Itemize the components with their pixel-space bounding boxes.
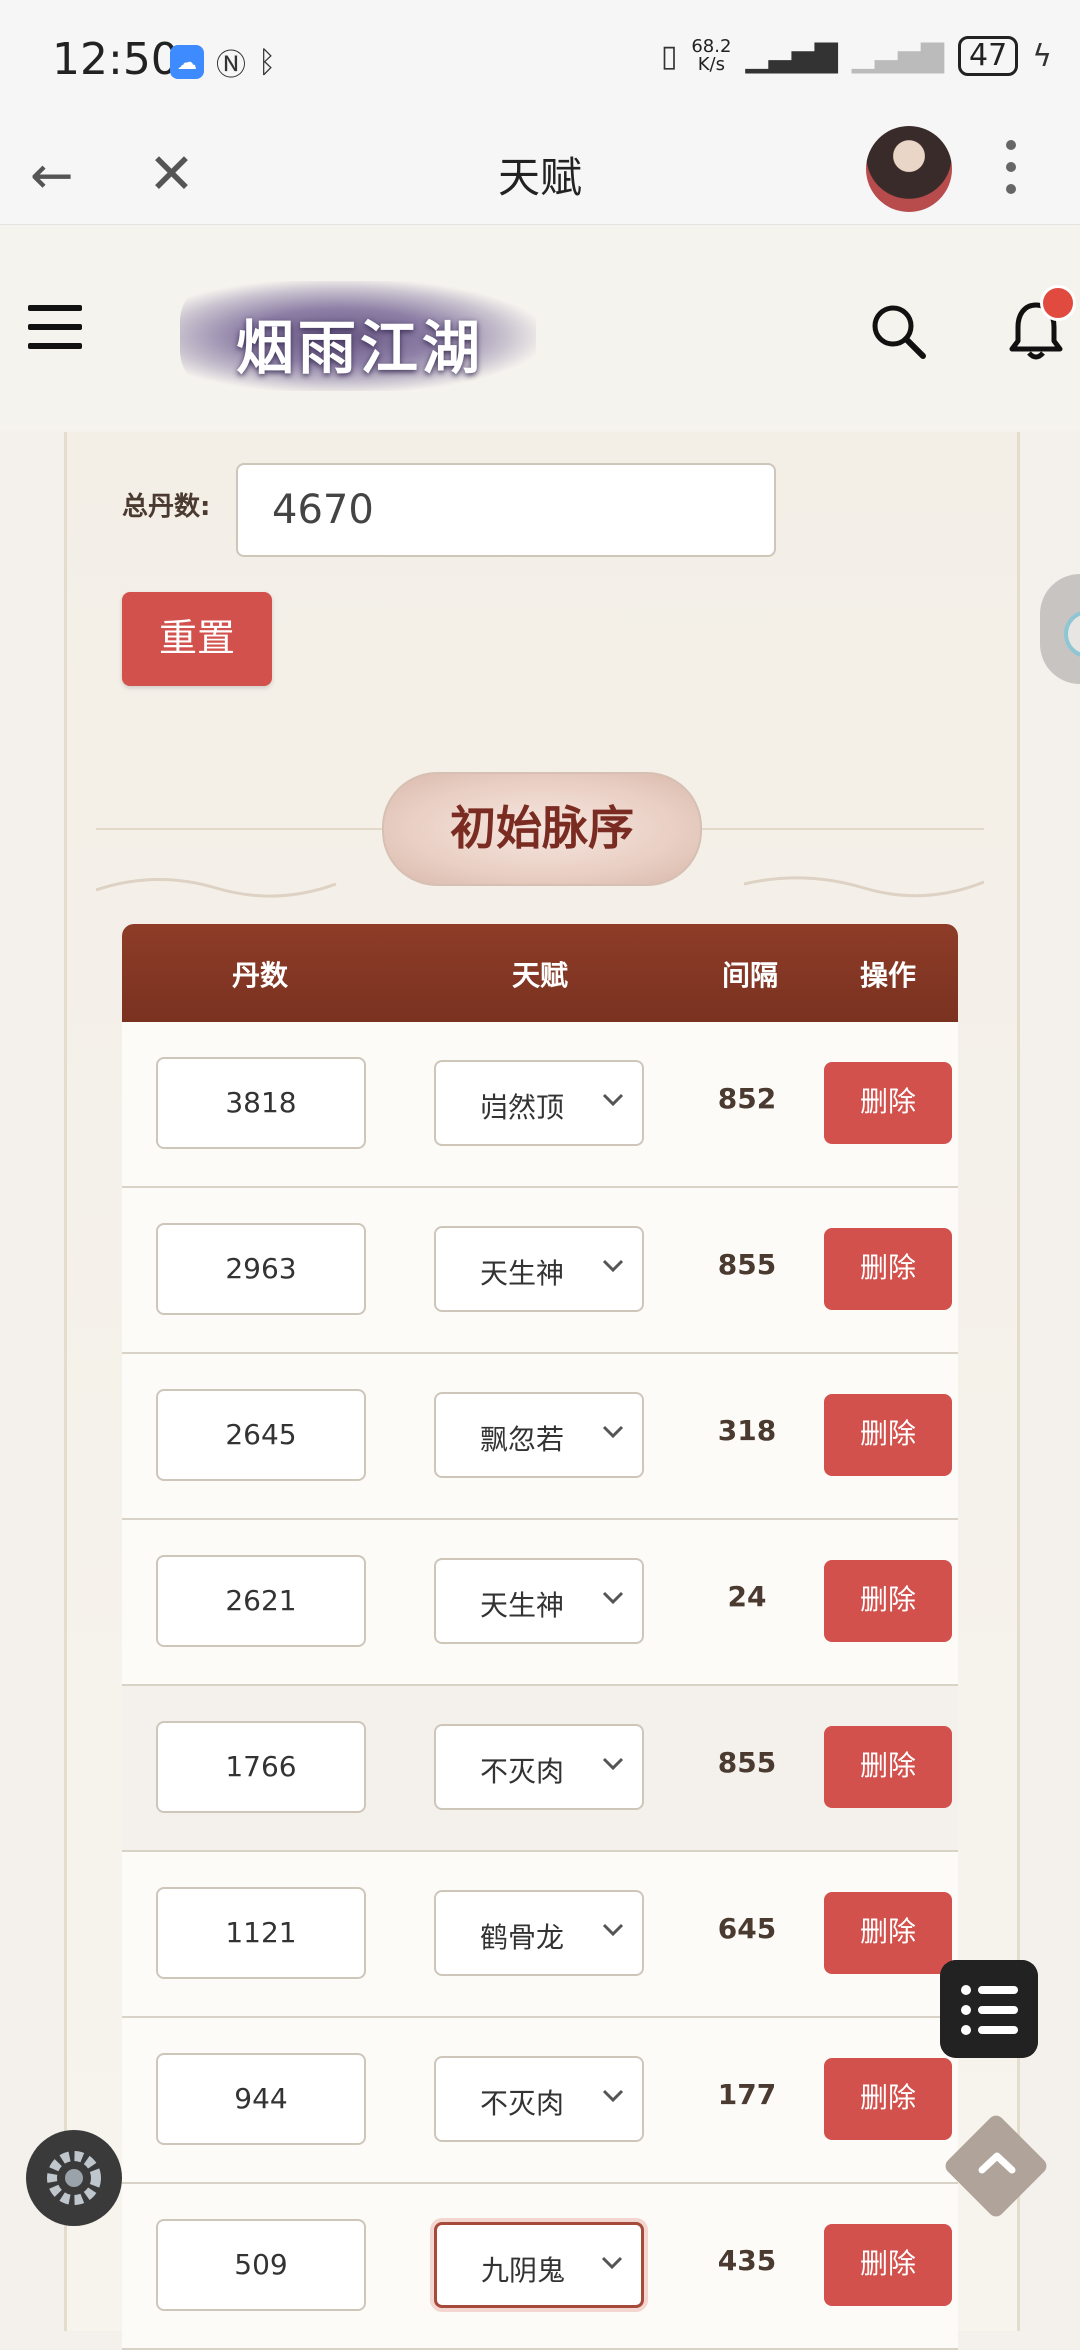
chevron-down-icon <box>601 2256 623 2270</box>
notification-badge <box>1040 285 1076 321</box>
talent-select-value: 九阴鬼 <box>481 2254 566 2287</box>
more-vertical-icon[interactable] <box>1006 140 1018 194</box>
top-nav-bar: ← ✕ 天赋 <box>0 120 1080 225</box>
talent-select-value: 天生神 <box>480 1589 565 1622</box>
gap-value: 318 <box>717 1414 777 1447</box>
chevron-up-icon <box>978 2152 1016 2174</box>
delete-button[interactable]: 删除 <box>824 1394 952 1476</box>
talent-select[interactable]: 飘忽若 <box>434 1392 644 1478</box>
gap-value: 852 <box>717 1082 777 1115</box>
reset-button[interactable]: 重置 <box>122 592 272 686</box>
table-row: 1121 鹤骨龙 645 删除 <box>122 1852 958 2018</box>
chevron-down-icon <box>602 1923 624 1937</box>
signal-weak-icon: ▁▃▅▇ <box>851 38 945 74</box>
table-row: 3818 岿然顶 852 删除 <box>122 1022 958 1188</box>
delete-button[interactable]: 删除 <box>824 2058 952 2140</box>
chevron-down-icon <box>602 1093 624 1107</box>
delete-button[interactable]: 删除 <box>824 2224 952 2306</box>
talent-table: 丹数 天赋 间隔 操作 3818 岿然顶 852 删除 2963 天生神 855 删除 2645… <box>122 924 958 2350</box>
talent-select[interactable]: 岿然顶 <box>434 1060 644 1146</box>
search-icon[interactable] <box>868 301 928 361</box>
dan-input[interactable]: 2963 <box>156 1223 366 1315</box>
chevron-down-icon <box>602 2089 624 2103</box>
talent-select-value: 天生神 <box>480 1257 565 1290</box>
table-row: 944 不灭肉 177 删除 <box>122 2018 958 2184</box>
delete-button[interactable]: 删除 <box>824 1228 952 1310</box>
gap-value: 177 <box>717 2078 777 2111</box>
table-header: 丹数 天赋 间隔 操作 <box>122 924 958 1022</box>
table-row: 2645 飘忽若 318 删除 <box>122 1354 958 1520</box>
site-logo[interactable]: 烟雨江湖 <box>180 281 536 391</box>
gap-value: 435 <box>717 2244 777 2277</box>
talent-select[interactable]: 天生神 <box>434 1226 644 1312</box>
dan-input[interactable]: 1121 <box>156 1887 366 1979</box>
delete-button[interactable]: 删除 <box>824 1892 952 1974</box>
avatar[interactable] <box>866 126 952 212</box>
side-float-button[interactable] <box>1040 574 1080 684</box>
list-menu-icon[interactable] <box>940 1960 1038 2058</box>
charging-icon: ϟ <box>1032 38 1052 74</box>
chevron-down-icon <box>602 1259 624 1273</box>
chevron-down-icon <box>602 1425 624 1439</box>
talent-select[interactable]: 天生神 <box>434 1558 644 1644</box>
dan-input[interactable]: 944 <box>156 2053 366 2145</box>
cloud-icon: ☁ <box>170 45 204 79</box>
talent-select-value: 鹤骨龙 <box>480 1921 565 1954</box>
total-dan-label: 总丹数: <box>122 492 211 522</box>
delete-button[interactable]: 删除 <box>824 1062 952 1144</box>
vibrate-icon: ▯ <box>660 38 678 74</box>
header-dan: 丹数 <box>232 959 289 992</box>
status-bar: 12:50 ☁ Ⓝ ᛒ ▯ 68.2 K/s ▁▃▅▇ ▁▃▅▇ 47 ϟ <box>0 0 1080 120</box>
delete-button[interactable]: 删除 <box>824 1726 952 1808</box>
signal-icon: ▁▃▅▇ <box>745 38 838 74</box>
dan-input[interactable]: 2645 <box>156 1389 366 1481</box>
table-row: 1766 不灭肉 855 删除 <box>122 1686 958 1852</box>
chevron-down-icon <box>602 1591 624 1605</box>
talent-select-value: 飘忽若 <box>480 1423 565 1456</box>
dan-input[interactable]: 1766 <box>156 1721 366 1813</box>
battery-icon: 47 <box>958 36 1019 76</box>
table-row: 2621 天生神 24 删除 <box>122 1520 958 1686</box>
bluetooth-icon: ᛒ <box>258 44 276 80</box>
talent-select[interactable]: 九阴鬼 <box>434 2222 644 2308</box>
total-dan-input[interactable]: 4670 <box>236 463 776 557</box>
dan-input[interactable]: 509 <box>156 2219 366 2311</box>
talent-select-value: 岿然顶 <box>480 1091 565 1124</box>
header-talent: 天赋 <box>512 959 569 992</box>
delete-button[interactable]: 删除 <box>824 1560 952 1642</box>
gap-value: 855 <box>717 1746 777 1779</box>
gap-value: 855 <box>717 1248 777 1281</box>
talent-select-value: 不灭肉 <box>480 2087 565 2120</box>
site-header: 烟雨江湖 <box>0 225 1080 431</box>
gap-value: 24 <box>727 1580 767 1613</box>
gap-value: 645 <box>717 1912 777 1945</box>
menu-icon[interactable] <box>28 305 82 362</box>
dan-input[interactable]: 2621 <box>156 1555 366 1647</box>
header-gap: 间隔 <box>722 959 779 992</box>
section-title: 初始脉序 <box>382 772 702 886</box>
talent-select[interactable]: 不灭肉 <box>434 2056 644 2142</box>
dan-input[interactable]: 3818 <box>156 1057 366 1149</box>
settings-gear-icon[interactable] <box>26 2130 122 2226</box>
talent-select-value: 不灭肉 <box>480 1755 565 1788</box>
table-row: 2963 天生神 855 删除 <box>122 1188 958 1354</box>
talent-select[interactable]: 鹤骨龙 <box>434 1890 644 1976</box>
talent-select[interactable]: 不灭肉 <box>434 1724 644 1810</box>
table-row: 509 九阴鬼 435 删除 <box>122 2184 958 2350</box>
header-action: 操作 <box>860 959 917 992</box>
net-speed: 68.2 K/s <box>691 36 732 75</box>
status-time: 12:50 <box>52 34 179 85</box>
chevron-down-icon <box>602 1757 624 1771</box>
nfc-icon: Ⓝ <box>216 48 246 83</box>
